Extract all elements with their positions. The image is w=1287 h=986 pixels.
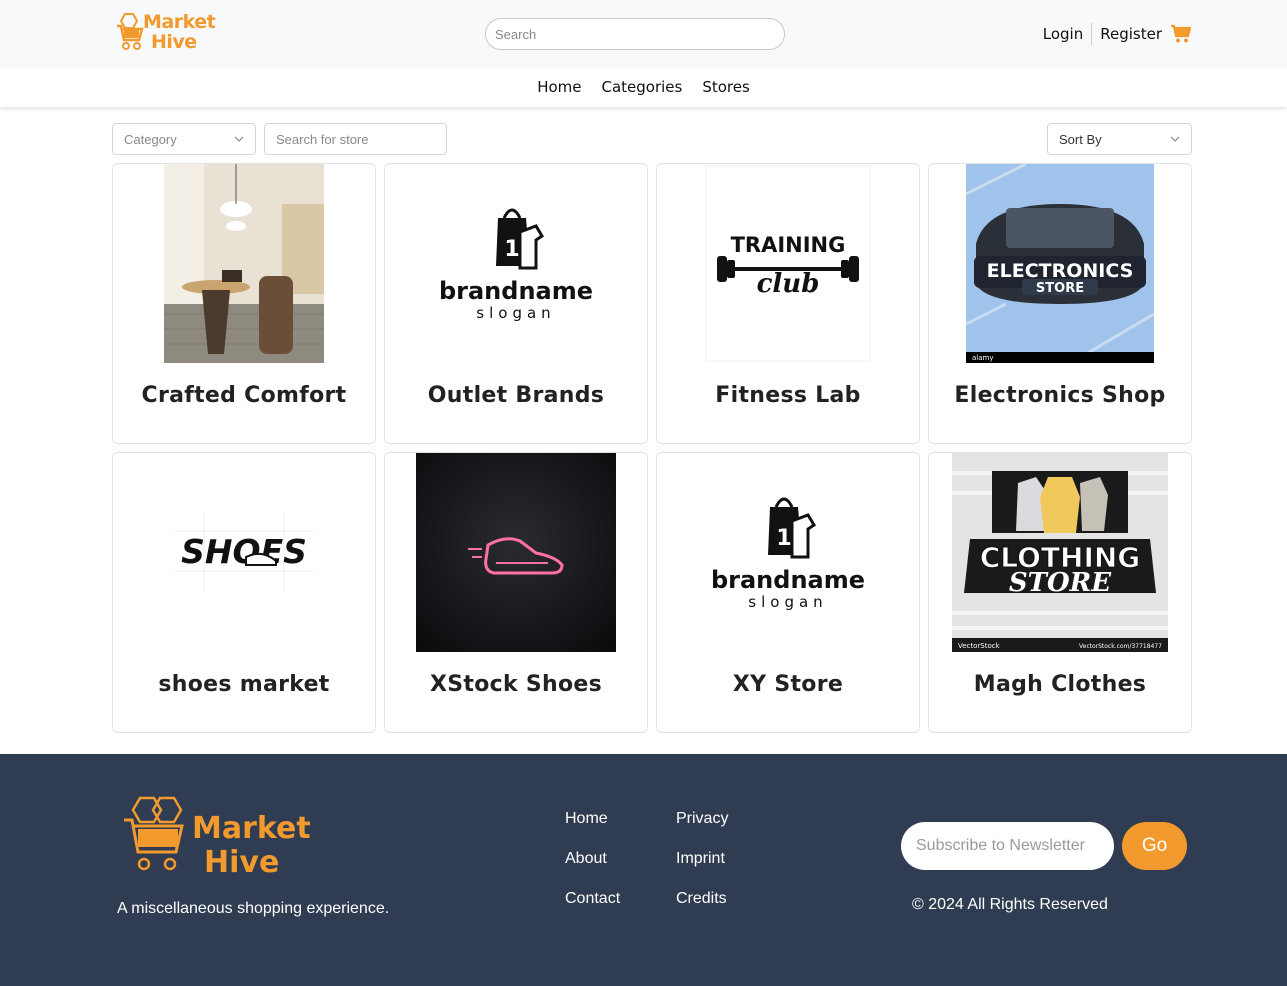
newsletter-input[interactable]: [901, 822, 1114, 870]
store-card[interactable]: XStock Shoes: [384, 452, 648, 733]
logo-store: STORE: [1009, 568, 1112, 598]
logo-brandname: brandname: [711, 566, 865, 594]
footer-tagline: A miscellaneous shopping experience.: [117, 900, 390, 917]
copyright-text: © 2024 All Rights Reserved: [912, 896, 1108, 913]
nav-stores[interactable]: Stores: [702, 78, 749, 96]
top-bar: Market Hive Login Register: [0, 0, 1287, 67]
store-name: XY Store: [732, 672, 844, 697]
store-name: Magh Clothes: [973, 672, 1147, 697]
logo-slogan: slogan: [748, 593, 827, 611]
logo-electronics: ELECTRONICS: [987, 260, 1134, 282]
logo-brandname: brandname: [439, 277, 593, 305]
category-select-label: Category: [124, 131, 177, 147]
hive-cart-icon: [117, 13, 144, 50]
footer-link-privacy[interactable]: Privacy: [676, 809, 728, 829]
chevron-down-icon: [1170, 136, 1180, 142]
search-input[interactable]: [485, 18, 785, 50]
store-image: 1 brandname slogan: [688, 453, 888, 652]
store-image: SHOES: [164, 453, 324, 652]
store-name: Crafted Comfort: [141, 383, 347, 408]
store-card[interactable]: ELECTRONICS STORE alamy Electronics Shop: [928, 163, 1192, 444]
store-name: Fitness Lab: [715, 383, 861, 408]
store-image: 1 brandname slogan: [416, 164, 616, 363]
nav-categories[interactable]: Categories: [601, 78, 682, 96]
sort-select[interactable]: Sort By: [1047, 123, 1192, 155]
store-card[interactable]: 1 brandname slogan Outlet Brands: [384, 163, 648, 444]
brand-name-line1: Market: [143, 11, 216, 33]
logo-store: STORE: [1036, 281, 1084, 296]
register-link[interactable]: Register: [1100, 25, 1162, 43]
logo-slogan: slogan: [476, 304, 555, 322]
store-card[interactable]: CLOTHING STORE VectorStock VectorStock.c…: [928, 452, 1192, 733]
footer-link-home[interactable]: Home: [565, 809, 620, 829]
image-credit-url: VectorStock.com/37718477: [1079, 643, 1162, 650]
svg-text:1: 1: [504, 237, 519, 262]
store-image: [164, 164, 324, 363]
brand-name-line2: Hive: [151, 31, 197, 53]
footer-link-imprint[interactable]: Imprint: [676, 849, 728, 869]
sort-select-label: Sort By: [1059, 131, 1102, 147]
store-image: ELECTRONICS STORE alamy: [966, 164, 1154, 363]
svg-text:1: 1: [776, 526, 791, 551]
store-card[interactable]: Crafted Comfort: [112, 163, 376, 444]
chevron-down-icon: [234, 136, 244, 142]
footer-link-about[interactable]: About: [565, 849, 620, 869]
store-name: Outlet Brands: [427, 383, 605, 408]
store-card[interactable]: 1 brandname slogan XY Store: [656, 452, 920, 733]
image-credit: alamy: [972, 354, 994, 362]
store-image: CLOTHING STORE VectorStock VectorStock.c…: [952, 453, 1168, 652]
store-grid: Crafted Comfort 1 brandname slogan Outle…: [112, 163, 1192, 733]
store-search-input[interactable]: [264, 123, 447, 155]
store-name: Electronics Shop: [954, 383, 1166, 408]
store-name: XStock Shoes: [429, 672, 602, 697]
footer: Market Hive A miscellaneous shopping exp…: [0, 754, 1287, 986]
logo-shoes: SHOES: [181, 532, 307, 571]
footer-link-contact[interactable]: Contact: [565, 889, 620, 909]
footer-links-col1: Home About Contact: [565, 809, 620, 909]
footer-links-col2: Privacy Imprint Credits: [676, 809, 728, 909]
footer-brand-line2: Hive: [204, 845, 279, 879]
main-nav: Home Categories Stores: [0, 67, 1287, 107]
footer-logo[interactable]: Market Hive: [120, 794, 311, 880]
login-link[interactable]: Login: [1043, 25, 1083, 43]
nav-home[interactable]: Home: [537, 78, 581, 96]
newsletter-go-button[interactable]: Go: [1122, 822, 1187, 870]
store-image: [416, 453, 616, 652]
cart-icon[interactable]: [1170, 24, 1192, 44]
footer-link-credits[interactable]: Credits: [676, 889, 728, 909]
store-card[interactable]: SHOES shoes market: [112, 452, 376, 733]
auth-links: Login Register: [1043, 22, 1192, 46]
store-image: TRAINING club: [705, 164, 871, 363]
image-credit: VectorStock: [958, 642, 1001, 650]
brand-wordmark: Market Hive: [143, 11, 216, 53]
footer-brand-line1: Market: [192, 811, 310, 846]
store-card[interactable]: TRAINING club Fitness Lab: [656, 163, 920, 444]
store-name: shoes market: [158, 672, 330, 697]
logo-training: TRAINING: [731, 233, 846, 257]
divider: [1091, 23, 1093, 45]
logo-club: club: [757, 269, 820, 299]
category-select[interactable]: Category: [112, 123, 256, 155]
brand-logo[interactable]: Market Hive: [115, 10, 225, 56]
